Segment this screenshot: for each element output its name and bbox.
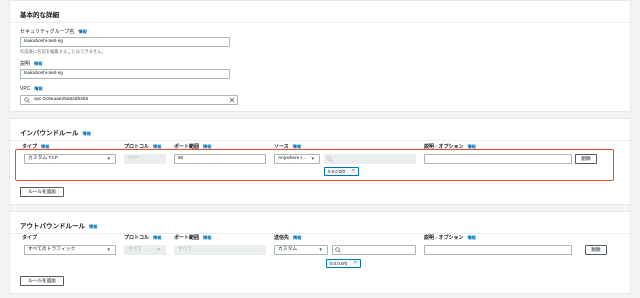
outbound-type-select[interactable]: すべてのトラフィック ▼ [24,245,116,255]
search-icon [24,97,30,103]
outbound-port-field: すべて [174,245,266,255]
inbound-cidr-token: 0.0.0.0/0 × [324,167,359,176]
caret-down-icon: ▼ [310,156,315,161]
inbound-type-select[interactable]: カスタム TCP ▼ [24,154,116,164]
inbound-rules-title-text: インバウンドルール [20,130,79,137]
inbound-description-input[interactable] [424,154,572,164]
token-remove-icon[interactable]: × [352,168,355,175]
outbound-col-port: ポート範囲 情報 [174,234,211,241]
outbound-description-input[interactable] [424,245,572,255]
outbound-cidr-search[interactable] [332,245,416,255]
description-label-text: 説明 [20,61,31,67]
outbound-rules-panel: アウトバウンドルール 情報 タイプ プロトコル 情報 ポート範囲 情報 送信先 情報 説… [9,211,631,294]
inbound-source-value: Anywhere-I... [278,156,307,161]
outbound-rules-title-text: アウトバウンドルール [20,223,85,230]
sg-name-info-link[interactable]: 情報 [78,29,86,34]
basic-details-title: 基本的な詳細 [20,12,59,19]
inbound-rules-title: インバウンドルール 情報 [20,127,91,137]
basic-details-panel: 基本的な詳細 セキュリティグループ名 情報 tsukuboshi-test-sg … [9,0,631,112]
outbound-dest-select[interactable]: カスタム ▼ [274,245,328,255]
outbound-rules-title: アウトバウンドルール 情報 [20,220,97,230]
vpc-value: vpc-0c6eaae25a62d5456 [34,97,89,102]
inbound-add-rule-button[interactable]: ルールを追加 [20,187,64,197]
token-remove-icon[interactable]: × [354,260,357,267]
caret-down-icon: ▼ [106,247,111,252]
sg-name-input[interactable]: tsukuboshi-test-sg [20,37,230,47]
outbound-add-rule-button[interactable]: ルールを追加 [20,276,64,286]
inbound-info-link[interactable]: 情報 [83,131,91,136]
outbound-protocol-info[interactable]: 情報 [153,235,161,240]
outbound-protocol-field: すべて ▼ [124,245,166,255]
vpc-label: VPC 情報 [20,86,43,92]
clear-icon[interactable] [229,97,235,103]
outbound-cidr-token: 0.0.0.0/0 × [326,259,361,268]
outbound-dest-info[interactable]: 情報 [293,235,301,240]
outbound-col-dest-text: 送信先 [274,235,290,241]
inbound-cidr-search[interactable] [324,154,416,164]
description-info-link[interactable]: 情報 [34,61,42,66]
sg-name-hint: 作成後に名前を編集することはできません。 [20,49,106,54]
vpc-label-text: VPC [20,86,31,92]
outbound-rules-header: アウトバウンドルール 情報 [10,212,630,234]
inbound-rules-panel: インバウンドルール 情報 タイプ 情報 プロトコル 情報 ポート範囲 情報 ソース 情報 … [9,118,631,205]
outbound-col-port-text: ポート範囲 [174,235,200,241]
vpc-info-link[interactable]: 情報 [34,86,42,91]
caret-down-icon: ▼ [106,156,111,161]
caret-down-icon: ▼ [156,247,161,252]
search-icon [327,156,333,162]
outbound-col-protocol: プロトコル 情報 [124,234,161,241]
description-label: 説明 情報 [20,60,42,67]
basic-details-header: 基本的な詳細 [10,1,630,23]
outbound-col-type: タイプ [22,235,38,241]
outbound-col-dest: 送信先 情報 [274,234,301,241]
outbound-dest-value: カスタム [278,247,298,252]
vpc-input[interactable]: vpc-0c6eaae25a62d5456 [20,95,238,105]
outbound-delete-button[interactable]: 削除 [585,245,607,255]
inbound-protocol-field: TCP [124,154,166,164]
outbound-col-desc: 説明 - オプション 情報 [424,234,476,241]
outbound-desc-info[interactable]: 情報 [467,235,475,240]
caret-down-icon: ▼ [318,247,323,252]
description-input[interactable]: tsukuboshi-test-sg [20,69,230,79]
sg-name-label: セキュリティグループ名 情報 [20,28,87,35]
inbound-cidr-token-text: 0.0.0.0/0 [328,169,346,174]
outbound-protocol-value: すべて [128,247,142,252]
outbound-col-desc-text: 説明 - オプション [424,235,464,241]
outbound-info-link[interactable]: 情報 [89,224,97,229]
sg-name-label-text: セキュリティグループ名 [20,29,75,35]
inbound-rules-header: インバウンドルール 情報 [10,119,630,141]
search-icon [335,247,341,253]
outbound-port-info[interactable]: 情報 [203,235,211,240]
outbound-col-protocol-text: プロトコル [124,235,150,241]
inbound-type-value: カスタム TCP [28,156,59,161]
inbound-delete-button[interactable]: 削除 [575,154,597,164]
outbound-cidr-token-text: 0.0.0.0/0 [330,261,348,266]
inbound-source-select[interactable]: Anywhere-I... ▼ [274,154,320,164]
outbound-type-value: すべてのトラフィック [28,247,76,252]
inbound-port-input[interactable]: 80 [174,154,266,164]
